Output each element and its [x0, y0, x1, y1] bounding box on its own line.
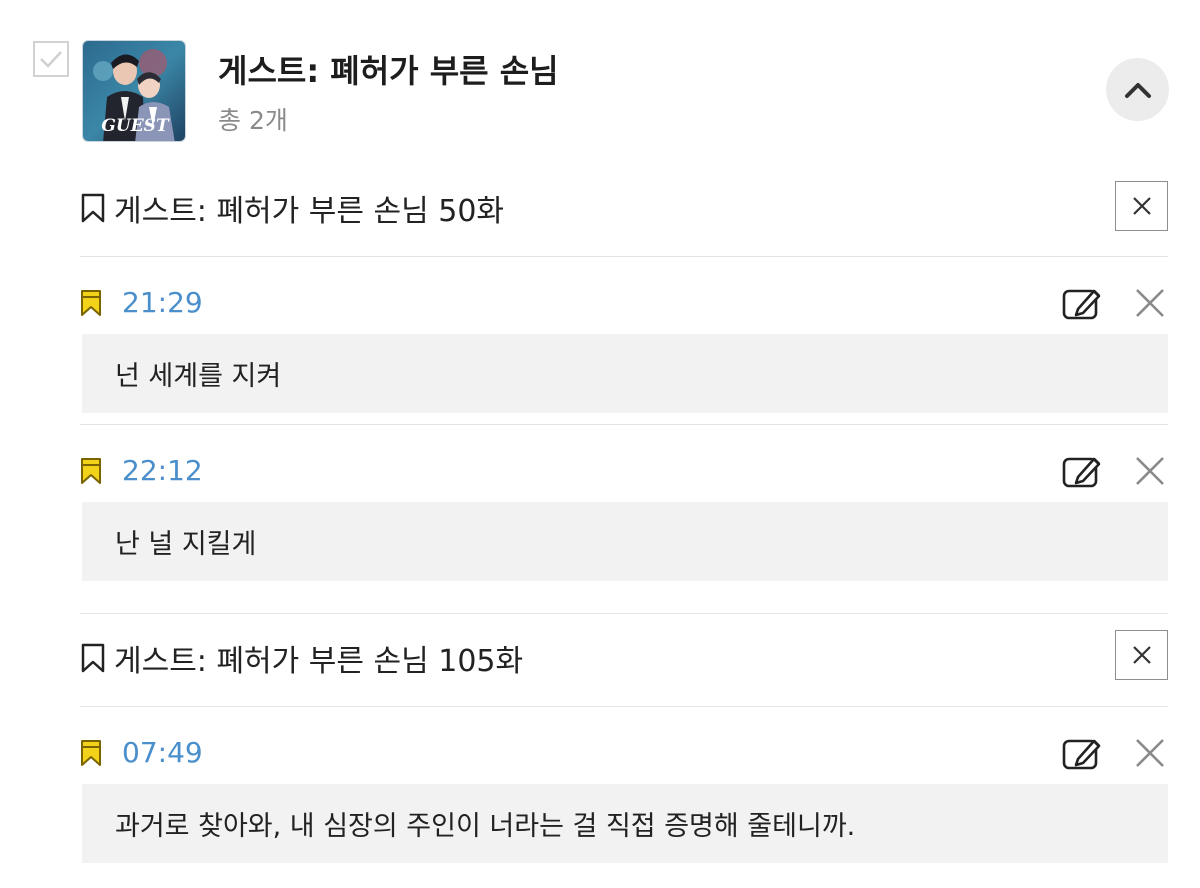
- series-header: GUEST 게스트: 폐허가 부른 손님 총 2개: [0, 0, 1200, 160]
- bookmark-time[interactable]: 22:12: [122, 451, 203, 491]
- check-icon: [40, 51, 62, 68]
- bookmark-filled-icon: [81, 458, 101, 484]
- bookmark-row: 21:29: [80, 283, 1168, 323]
- episode-title[interactable]: 게스트: 폐허가 부른 손님 50화: [114, 186, 504, 230]
- collapse-button[interactable]: [1106, 58, 1169, 121]
- bookmark-outline-icon: [81, 193, 105, 223]
- episode-delete-button[interactable]: [1115, 630, 1168, 680]
- close-icon: [1132, 646, 1151, 664]
- episode-delete-button[interactable]: [1115, 181, 1168, 231]
- edit-icon[interactable]: [1062, 285, 1104, 321]
- series-thumbnail[interactable]: GUEST: [82, 40, 186, 142]
- close-icon[interactable]: [1132, 735, 1168, 771]
- divider: [80, 706, 1168, 707]
- bookmark-filled-icon: [81, 290, 101, 316]
- thumbnail-logo-text: GUEST: [101, 116, 170, 136]
- episode-header: 게스트: 폐허가 부른 손님 50화: [80, 180, 1168, 234]
- bookmark-count: 총 2개: [218, 106, 288, 135]
- divider: [80, 256, 1168, 257]
- episode-header: 게스트: 폐허가 부른 손님 105화: [80, 630, 1168, 684]
- series-title[interactable]: 게스트: 폐허가 부른 손님: [218, 46, 559, 92]
- close-icon[interactable]: [1132, 285, 1168, 321]
- bookmark-time[interactable]: 21:29: [122, 283, 203, 323]
- close-icon: [1132, 197, 1151, 215]
- chevron-up-icon: [1124, 82, 1151, 98]
- bookmark-note-text: 과거로 찾아와, 내 심장의 주인이 너라는 걸 직접 증명해 줄테니까.: [115, 811, 856, 842]
- bookmark-note: 과거로 찾아와, 내 심장의 주인이 너라는 걸 직접 증명해 줄테니까.: [82, 784, 1168, 863]
- bookmark-time[interactable]: 07:49: [122, 733, 203, 773]
- bookmark-note: 넌 세계를 지켜: [82, 334, 1168, 413]
- episode-title[interactable]: 게스트: 폐허가 부른 손님 105화: [114, 636, 523, 680]
- divider: [80, 424, 1168, 425]
- bookmark-row: 07:49: [80, 733, 1168, 773]
- bookmark-row: 22:12: [80, 451, 1168, 491]
- edit-icon[interactable]: [1062, 735, 1104, 771]
- bookmark-note: 난 널 지킬게: [82, 502, 1168, 581]
- close-icon[interactable]: [1132, 453, 1168, 489]
- select-checkbox[interactable]: [33, 41, 69, 77]
- bookmark-filled-icon: [81, 740, 101, 766]
- divider: [80, 613, 1168, 614]
- bookmark-note-text: 넌 세계를 지켜: [115, 361, 282, 392]
- edit-icon[interactable]: [1062, 453, 1104, 489]
- bookmark-note-text: 난 널 지킬게: [115, 529, 257, 560]
- bookmark-outline-icon: [81, 643, 105, 673]
